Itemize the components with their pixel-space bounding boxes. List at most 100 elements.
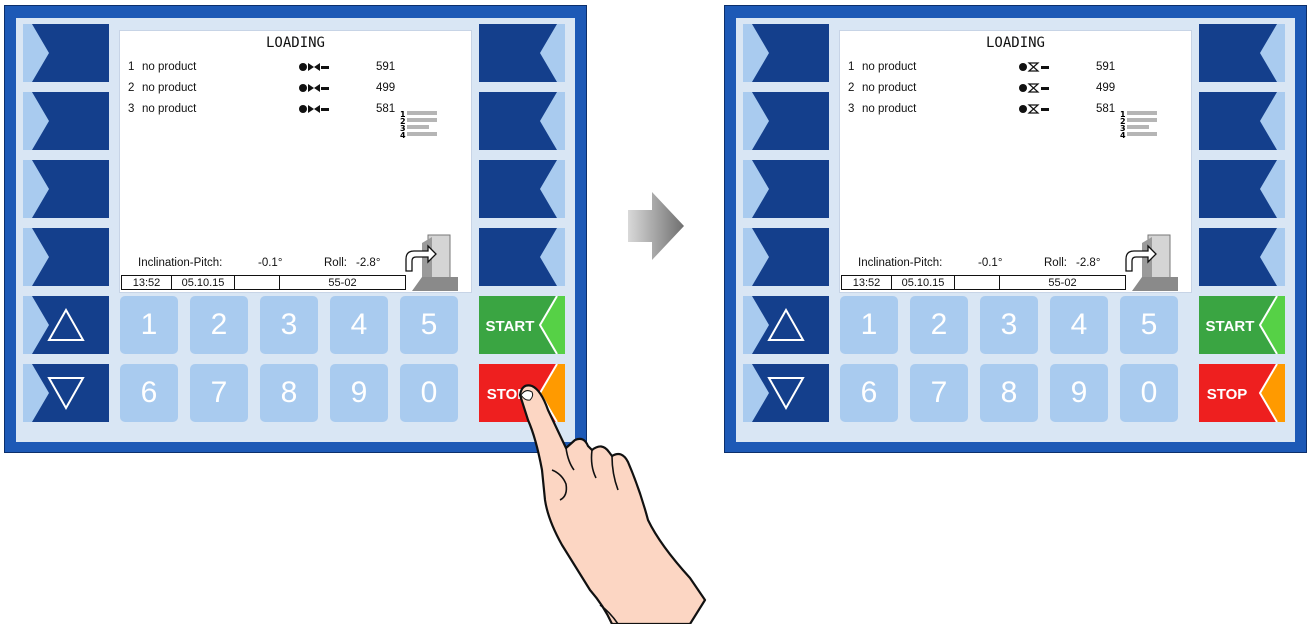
softkey-right-2[interactable] <box>479 92 565 150</box>
valve-closed-icon <box>299 105 329 113</box>
start-button[interactable]: START <box>479 296 565 354</box>
status-bar: 13:52 05.10.15 55-02 <box>841 275 1126 290</box>
scroll-down-button[interactable] <box>743 364 829 422</box>
keypad-key-7[interactable]: 7 <box>910 364 968 422</box>
keypad-key-5[interactable]: 5 <box>1120 296 1178 354</box>
keypad-key-5[interactable]: 5 <box>400 296 458 354</box>
hourglass-icon <box>1019 83 1049 93</box>
terminal-panel-after: LOADING 1 no product 591 2 no product 49… <box>724 5 1307 453</box>
page-title: LOADING <box>265 35 325 51</box>
compartment-number: 2 <box>848 82 855 94</box>
product-name: no product <box>862 82 917 94</box>
valve-closed-icon <box>299 63 329 71</box>
list-item: 1 no product 591 <box>848 61 1178 77</box>
stop-label: STOP <box>1207 386 1248 403</box>
finger-pointing-icon <box>518 384 707 624</box>
compartment-number: 3 <box>848 103 855 115</box>
keypad-key-2[interactable]: 2 <box>910 296 968 354</box>
compartment-levels-icon: 1 2 3 4 <box>1120 110 1157 140</box>
softkey-left-4[interactable] <box>23 228 109 286</box>
keypad-key-0[interactable]: 0 <box>400 364 458 422</box>
softkey-left-3[interactable] <box>23 160 109 218</box>
keypad-key-9[interactable]: 9 <box>1050 364 1108 422</box>
roll-label: Roll: <box>1044 257 1068 269</box>
arrow-right-icon <box>628 192 684 260</box>
product-name: no product <box>142 82 197 94</box>
softkey-right-4[interactable] <box>479 228 565 286</box>
quantity-value: 581 <box>1096 103 1116 115</box>
keypad-key-1[interactable]: 1 <box>120 296 178 354</box>
keypad-key-6[interactable]: 6 <box>120 364 178 422</box>
start-label: START <box>486 318 535 335</box>
status-date: 05.10.15 <box>892 276 955 289</box>
terminal-bezel: LOADING 1 no product 591 2 no product 49… <box>736 18 1295 442</box>
softkey-left-2[interactable] <box>743 92 829 150</box>
softkey-right-1[interactable] <box>1199 24 1285 82</box>
status-empty <box>955 276 1000 289</box>
compartment-number: 3 <box>128 103 135 115</box>
quantity-value: 499 <box>376 82 396 94</box>
hourglass-icon <box>1019 104 1049 114</box>
start-button[interactable]: START <box>1199 296 1285 354</box>
softkey-left-3[interactable] <box>743 160 829 218</box>
list-item: 1 no product 591 <box>128 61 458 77</box>
status-bar: 13:52 05.10.15 55-02 <box>121 275 406 290</box>
softkey-left-1[interactable] <box>743 24 829 82</box>
keypad-key-0[interactable]: 0 <box>1120 364 1178 422</box>
inclination-label: Inclination-Pitch: <box>138 257 223 269</box>
softkey-right-2[interactable] <box>1199 92 1285 150</box>
product-name: no product <box>862 103 917 115</box>
inclination-label: Inclination-Pitch: <box>858 257 943 269</box>
keypad-key-9[interactable]: 9 <box>330 364 388 422</box>
page-title: LOADING <box>985 35 1045 51</box>
inclination-value: -0.1° <box>258 257 283 269</box>
softkey-left-4[interactable] <box>743 228 829 286</box>
softkey-right-3[interactable] <box>479 160 565 218</box>
keypad-key-4[interactable]: 4 <box>1050 296 1108 354</box>
level-label: 4 <box>1120 131 1126 140</box>
roll-label: Roll: <box>324 257 348 269</box>
terminal-bezel: LOADING 1 no product 591 2 no product 49… <box>16 18 575 442</box>
keypad-key-8[interactable]: 8 <box>260 364 318 422</box>
valve-closed-icon <box>299 84 329 92</box>
door-exit-icon <box>405 234 458 291</box>
door-exit-icon <box>1125 234 1178 291</box>
status-code: 55-02 <box>1048 276 1077 289</box>
product-name: no product <box>862 61 917 73</box>
compartment-number: 1 <box>848 61 855 73</box>
stop-button[interactable]: STOP <box>1199 364 1285 422</box>
status-time: 13:52 <box>122 276 172 289</box>
softkey-right-1[interactable] <box>479 24 565 82</box>
level-label: 4 <box>400 131 406 140</box>
status-code: 55-02 <box>328 276 357 289</box>
compartment-levels-icon: 1 2 3 4 <box>400 110 437 140</box>
compartment-number: 2 <box>128 82 135 94</box>
scroll-up-button[interactable] <box>23 296 109 354</box>
keypad-key-8[interactable]: 8 <box>980 364 1038 422</box>
softkey-right-3[interactable] <box>1199 160 1285 218</box>
start-label: START <box>1206 318 1255 335</box>
quantity-value: 591 <box>376 61 396 73</box>
quantity-value: 581 <box>376 103 396 115</box>
keypad-key-6[interactable]: 6 <box>840 364 898 422</box>
scroll-down-button[interactable] <box>23 364 109 422</box>
keypad-key-2[interactable]: 2 <box>190 296 248 354</box>
keypad-key-3[interactable]: 3 <box>980 296 1038 354</box>
keypad-key-1[interactable]: 1 <box>840 296 898 354</box>
display-screen: LOADING 1 no product 591 2 no product 49… <box>119 30 472 293</box>
keypad-key-7[interactable]: 7 <box>190 364 248 422</box>
scroll-up-button[interactable] <box>743 296 829 354</box>
product-name: no product <box>142 103 197 115</box>
status-time: 13:52 <box>842 276 892 289</box>
display-screen: LOADING 1 no product 591 2 no product 49… <box>839 30 1192 293</box>
softkey-left-2[interactable] <box>23 92 109 150</box>
keypad-key-4[interactable]: 4 <box>330 296 388 354</box>
roll-value: -2.8° <box>356 257 381 269</box>
keypad-key-3[interactable]: 3 <box>260 296 318 354</box>
product-name: no product <box>142 61 197 73</box>
compartment-number: 1 <box>128 61 135 73</box>
softkey-right-4[interactable] <box>1199 228 1285 286</box>
quantity-value: 499 <box>1096 82 1116 94</box>
softkey-left-1[interactable] <box>23 24 109 82</box>
roll-value: -2.8° <box>1076 257 1101 269</box>
